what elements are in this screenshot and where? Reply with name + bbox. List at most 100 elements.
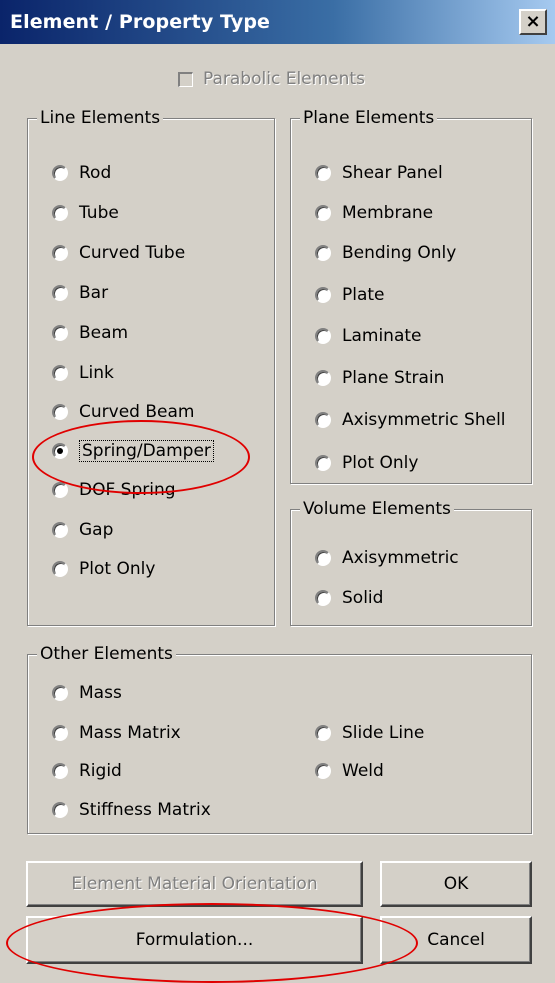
radio-indicator <box>315 328 331 344</box>
formulation-button[interactable]: Formulation... <box>26 916 363 964</box>
radio-slide-line[interactable]: Slide Line <box>315 720 424 746</box>
radio-dof-spring[interactable]: DOF Spring <box>52 477 176 503</box>
radio-indicator <box>315 370 331 386</box>
radio-rod[interactable]: Rod <box>52 160 111 186</box>
radio-plane-plot-only[interactable]: Plot Only <box>315 450 418 476</box>
volume-elements-legend: Volume Elements <box>300 499 454 519</box>
radio-label: Tube <box>79 203 119 223</box>
radio-indicator <box>52 285 68 301</box>
element-material-orientation-button[interactable]: Element Material Orientation <box>26 861 363 907</box>
radio-bending-only[interactable]: Bending Only <box>315 240 456 266</box>
radio-label: Slide Line <box>342 723 425 743</box>
plane-elements-legend: Plane Elements <box>300 108 438 128</box>
radio-plane-strain[interactable]: Plane Strain <box>315 365 444 391</box>
radio-indicator <box>315 590 331 606</box>
radio-link[interactable]: Link <box>52 360 114 386</box>
radio-indicator <box>52 685 68 701</box>
radio-indicator <box>315 725 331 741</box>
radio-mass-matrix[interactable]: Mass Matrix <box>52 720 181 746</box>
radio-indicator <box>52 205 68 221</box>
radio-label: Mass Matrix <box>79 723 181 743</box>
radio-label: Curved Beam <box>79 402 195 422</box>
radio-gap[interactable]: Gap <box>52 517 113 543</box>
radio-label: Shear Panel <box>342 163 443 183</box>
cancel-button[interactable]: Cancel <box>380 916 532 964</box>
radio-label: Plot Only <box>79 559 156 579</box>
radio-stiffness-matrix[interactable]: Stiffness Matrix <box>52 797 211 823</box>
radio-label: Plot Only <box>342 453 419 473</box>
radio-indicator <box>52 165 68 181</box>
radio-rigid[interactable]: Rigid <box>52 758 122 784</box>
radio-label: Plate <box>342 285 385 305</box>
checkbox-box <box>178 71 193 87</box>
radio-label: Curved Tube <box>79 243 186 263</box>
line-elements-legend: Line Elements <box>37 108 164 128</box>
radio-indicator <box>315 205 331 221</box>
radio-laminate[interactable]: Laminate <box>315 323 422 349</box>
radio-label: Rigid <box>79 761 122 781</box>
radio-indicator <box>52 802 68 818</box>
radio-tube[interactable]: Tube <box>52 200 119 226</box>
radio-label: Mass <box>79 683 122 703</box>
radio-indicator <box>52 245 68 261</box>
parabolic-elements-label: Parabolic Elements <box>203 69 365 89</box>
radio-indicator <box>52 404 68 420</box>
radio-indicator <box>315 763 331 779</box>
radio-label: Beam <box>79 323 129 343</box>
radio-indicator <box>52 561 68 577</box>
window-title: Element / Property Type <box>10 11 271 33</box>
radio-label: Bending Only <box>342 243 457 263</box>
radio-spring-damper[interactable]: Spring/Damper <box>52 438 214 464</box>
radio-label: DOF Spring <box>79 480 176 500</box>
radio-label: Plane Strain <box>342 368 445 388</box>
radio-label: Axisymmetric <box>342 548 459 568</box>
radio-indicator <box>315 455 331 471</box>
radio-line-plot-only[interactable]: Plot Only <box>52 556 155 582</box>
radio-indicator <box>315 287 331 303</box>
radio-indicator <box>52 482 68 498</box>
close-icon: × <box>525 11 541 32</box>
other-elements-legend: Other Elements <box>37 644 176 664</box>
close-button[interactable]: × <box>519 9 547 35</box>
radio-label: Stiffness Matrix <box>79 800 211 820</box>
radio-indicator <box>315 165 331 181</box>
radio-label: Spring/Damper <box>79 440 214 462</box>
formulation-button-label: Formulation... <box>135 930 254 950</box>
radio-beam[interactable]: Beam <box>52 320 128 346</box>
radio-indicator <box>315 245 331 261</box>
parabolic-elements-checkbox[interactable]: Parabolic Elements <box>178 69 365 89</box>
ok-button-label: OK <box>443 874 469 894</box>
radio-indicator <box>52 763 68 779</box>
cancel-button-label: Cancel <box>427 930 485 950</box>
radio-label: Axisymmetric Shell <box>342 410 506 430</box>
radio-solid[interactable]: Solid <box>315 585 383 611</box>
radio-curved-beam[interactable]: Curved Beam <box>52 399 194 425</box>
radio-indicator <box>52 365 68 381</box>
radio-label: Membrane <box>342 203 434 223</box>
radio-label: Gap <box>79 520 114 540</box>
radio-membrane[interactable]: Membrane <box>315 200 433 226</box>
radio-label: Solid <box>342 588 384 608</box>
radio-indicator <box>52 725 68 741</box>
radio-indicator-selected <box>52 443 68 459</box>
radio-mass[interactable]: Mass <box>52 680 122 706</box>
orientation-button-label: Element Material Orientation <box>71 874 318 894</box>
radio-label: Weld <box>342 761 384 781</box>
radio-indicator <box>52 522 68 538</box>
radio-label: Link <box>79 363 114 383</box>
radio-curved-tube[interactable]: Curved Tube <box>52 240 185 266</box>
radio-indicator <box>315 550 331 566</box>
radio-label: Rod <box>79 163 112 183</box>
radio-bar[interactable]: Bar <box>52 280 108 306</box>
radio-plate[interactable]: Plate <box>315 282 385 308</box>
radio-indicator <box>315 412 331 428</box>
title-bar: Element / Property Type × <box>0 0 555 44</box>
radio-indicator <box>52 325 68 341</box>
radio-label: Laminate <box>342 326 422 346</box>
radio-axisymmetric-shell[interactable]: Axisymmetric Shell <box>315 407 506 433</box>
radio-shear-panel[interactable]: Shear Panel <box>315 160 443 186</box>
ok-button[interactable]: OK <box>380 861 532 907</box>
radio-weld[interactable]: Weld <box>315 758 384 784</box>
radio-label: Bar <box>79 283 109 303</box>
radio-axisymmetric[interactable]: Axisymmetric <box>315 545 459 571</box>
